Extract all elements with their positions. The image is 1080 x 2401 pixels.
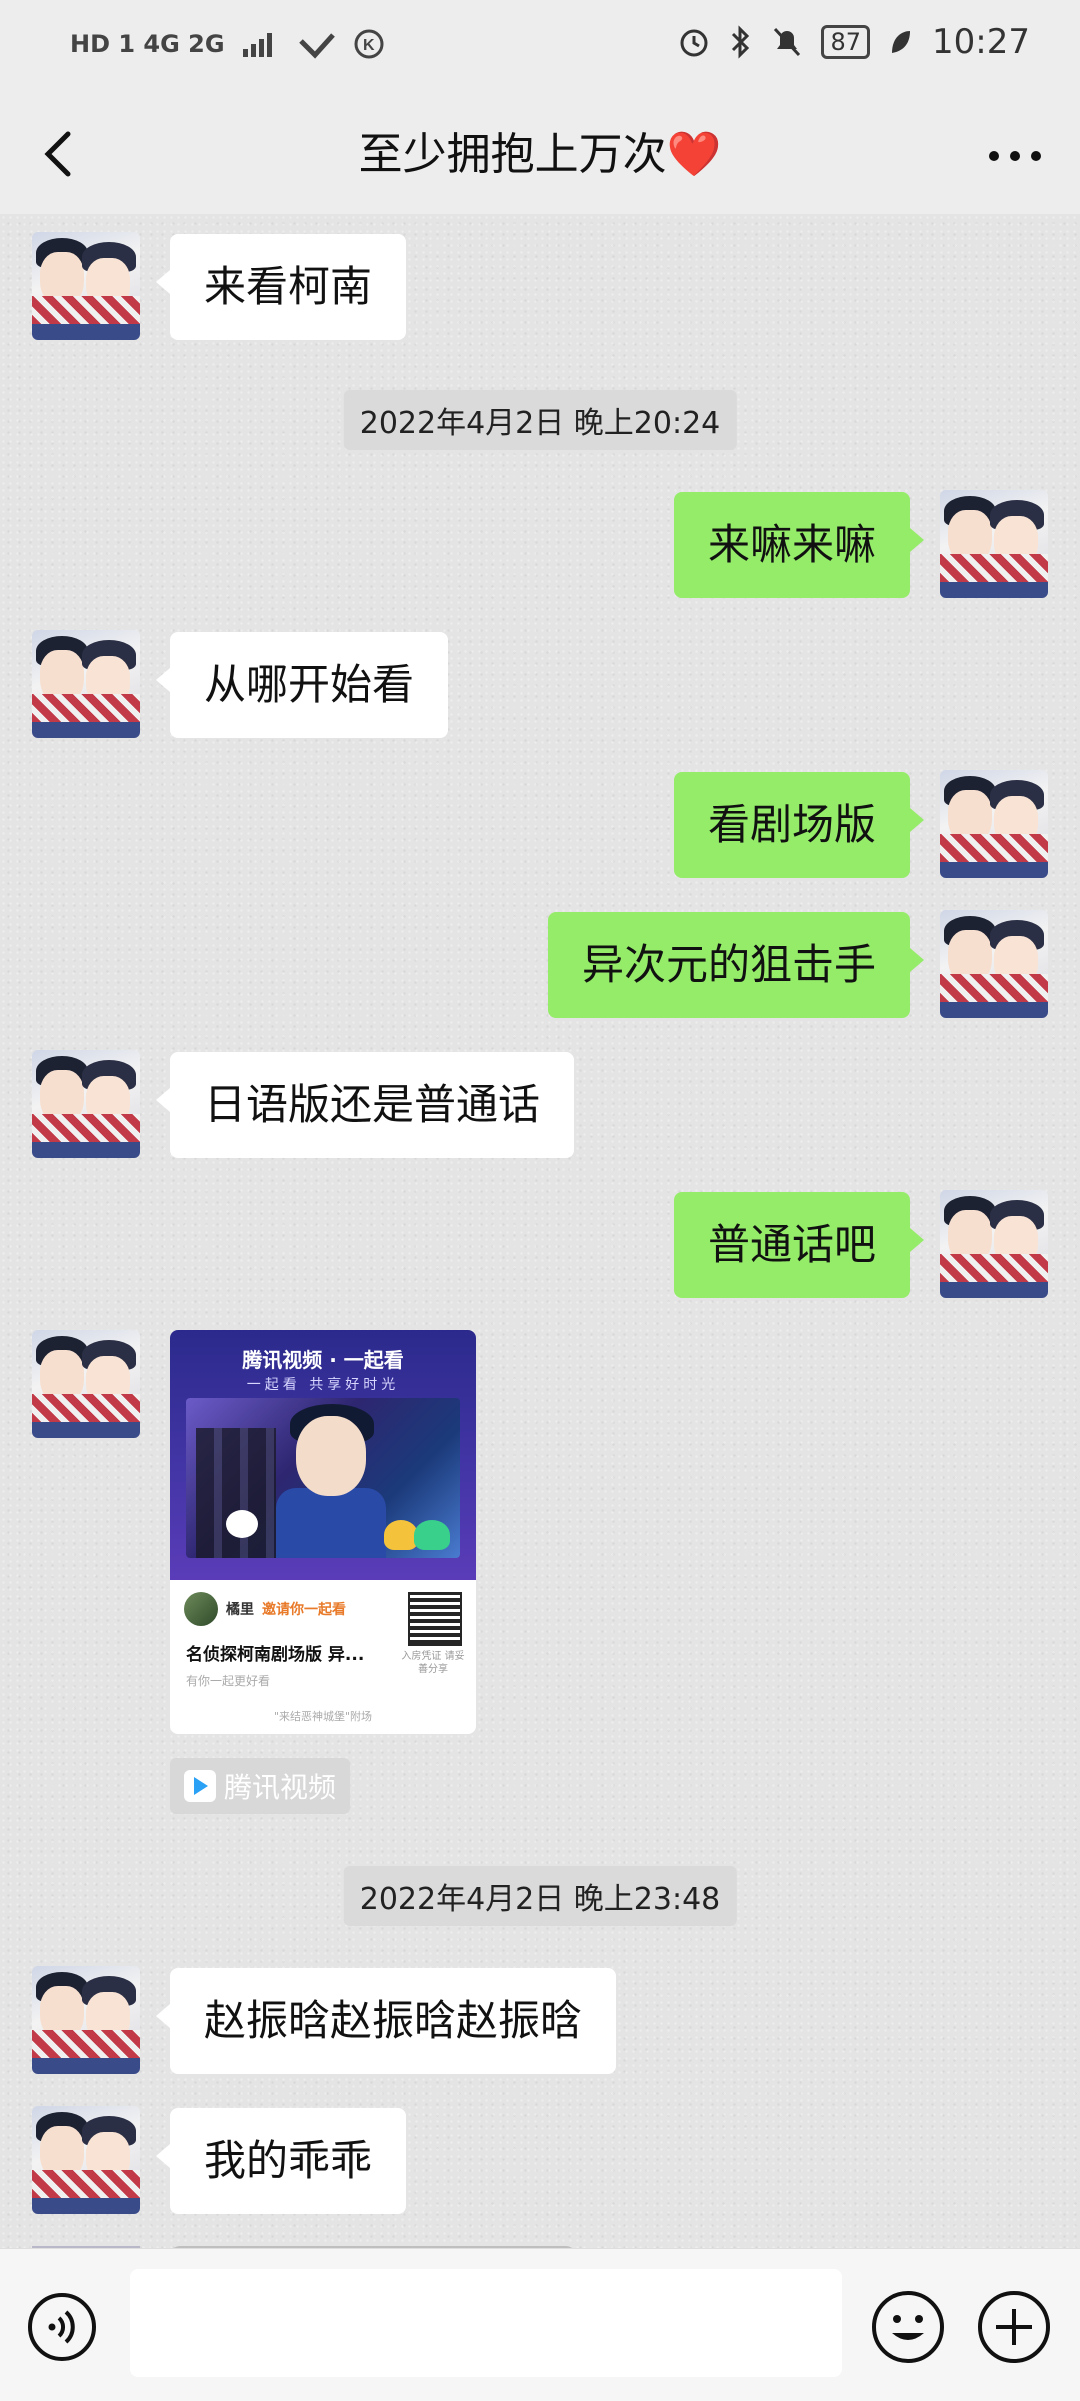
message-bubble-incoming[interactable]: 来看柯南 bbox=[155, 234, 407, 340]
invite-text: 邀请你一起看 bbox=[262, 1602, 346, 1618]
clock: 10:27 bbox=[932, 22, 1030, 62]
more-dots-icon[interactable] bbox=[980, 126, 1050, 186]
shared-video-card[interactable]: 腾讯视频 · 一起看 一起看 共享好时光 橘里 邀请你一起看 入房凭证 请妥善分… bbox=[170, 1330, 476, 1734]
message-bubble-incoming[interactable]: 日语版还是普通话 bbox=[155, 1052, 575, 1158]
movie-title: 名侦探柯南剧场版 异... bbox=[186, 1645, 365, 1665]
mute-bell-icon bbox=[774, 27, 801, 57]
movie-poster-image bbox=[186, 1398, 460, 1558]
timestamp: 2022年4月2日 晚上23:48 bbox=[343, 1866, 737, 1926]
network-label: HD 1 4G 2G bbox=[70, 30, 225, 58]
status-bar: HD 1 4G 2G K 87 10:27 bbox=[0, 0, 1080, 100]
message-bubble-outgoing[interactable]: 普通话吧 bbox=[673, 1192, 925, 1298]
card-slogan: 一起看 共享好时光 bbox=[246, 1377, 400, 1393]
message-bubble-outgoing[interactable]: 看剧场版 bbox=[673, 772, 925, 878]
tencent-video-icon bbox=[184, 1770, 216, 1802]
app-source-tag[interactable]: 腾讯视频 bbox=[170, 1758, 351, 1814]
qr-caption: 入房凭证 请妥善分享 bbox=[401, 1651, 465, 1675]
contact-avatar[interactable] bbox=[32, 1050, 140, 1158]
voice-icon[interactable] bbox=[26, 2291, 98, 2363]
inviter-name: 橘里 bbox=[226, 1602, 254, 1618]
message-input[interactable] bbox=[130, 2269, 842, 2377]
card-brand: 腾讯视频 · 一起看 bbox=[242, 1348, 404, 1372]
signal-icon bbox=[242, 33, 272, 57]
k-icon: K bbox=[354, 29, 384, 59]
card-banner: 腾讯视频 · 一起看 一起看 共享好时光 bbox=[170, 1330, 476, 1580]
contact-avatar[interactable] bbox=[32, 630, 140, 738]
input-bar bbox=[0, 2248, 1080, 2401]
contact-avatar[interactable] bbox=[32, 2106, 140, 2214]
contact-avatar[interactable] bbox=[32, 1966, 140, 2074]
wifi-icon bbox=[298, 33, 335, 59]
svg-text:K: K bbox=[363, 37, 375, 54]
message-bubble-incoming[interactable]: 从哪开始看 bbox=[155, 632, 449, 738]
self-avatar[interactable] bbox=[940, 490, 1048, 598]
chat-title: 至少拥抱上万次❤️ bbox=[358, 129, 722, 180]
app-source-label: 腾讯视频 bbox=[224, 1771, 337, 1804]
emoji-icon[interactable] bbox=[870, 2289, 946, 2365]
contact-avatar[interactable] bbox=[32, 232, 140, 340]
bluetooth-icon bbox=[732, 25, 750, 59]
chat-header: 至少拥抱上万次❤️ bbox=[0, 100, 1080, 215]
inviter-avatar bbox=[184, 1592, 218, 1626]
card-inviter: 橘里 邀请你一起看 bbox=[184, 1592, 346, 1626]
message-bubble-incoming[interactable]: 我的乖乖 bbox=[155, 2108, 407, 2214]
message-bubble-outgoing[interactable]: 异次元的狙击手 bbox=[547, 912, 925, 1018]
card-footer: "来结恶神城堡"附场 bbox=[273, 1710, 373, 1723]
battery-level: 87 bbox=[821, 25, 871, 59]
contact-avatar[interactable] bbox=[32, 1330, 140, 1438]
self-avatar[interactable] bbox=[940, 770, 1048, 878]
message-bubble-outgoing[interactable]: 来嘛来嘛 bbox=[673, 492, 925, 598]
alarm-icon bbox=[680, 29, 708, 57]
timestamp: 2022年4月2日 晚上20:24 bbox=[343, 390, 737, 450]
status-right: 87 10:27 bbox=[677, 22, 1030, 62]
qr-code-icon bbox=[408, 1592, 462, 1646]
card-subtitle: 有你一起更好看 bbox=[186, 1674, 271, 1688]
network-indicators: HD 1 4G 2G K bbox=[70, 28, 385, 60]
leaf-icon bbox=[892, 31, 911, 53]
self-avatar[interactable] bbox=[940, 910, 1048, 1018]
self-avatar[interactable] bbox=[940, 1190, 1048, 1298]
plus-icon[interactable] bbox=[976, 2289, 1052, 2365]
message-bubble-incoming[interactable]: 赵振晗赵振晗赵振晗 bbox=[155, 1968, 617, 2074]
